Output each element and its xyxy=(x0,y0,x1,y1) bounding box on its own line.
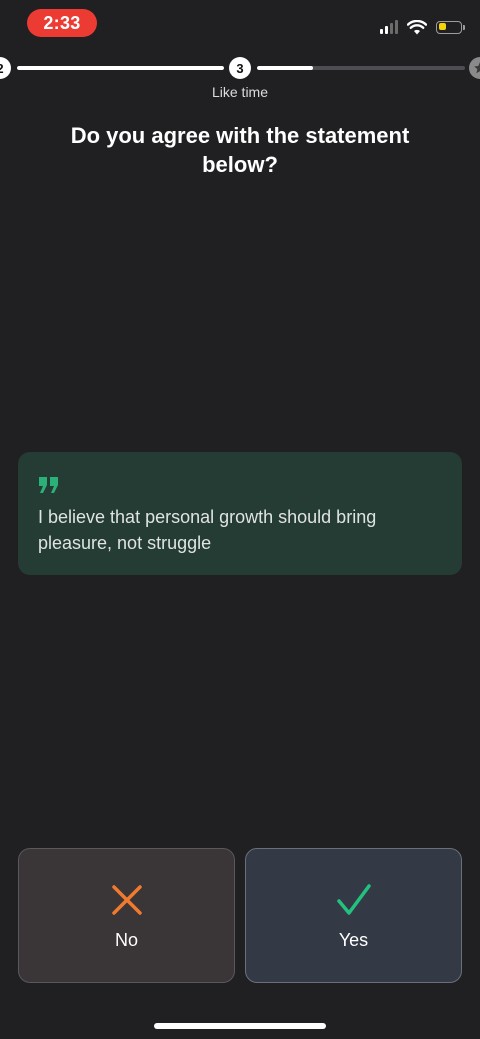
step-label: Like time xyxy=(211,84,269,100)
progress-fill-completed xyxy=(17,66,224,70)
screen: 2:33 2 3 Like time Do you agree xyxy=(0,0,480,1039)
progress-stepper: 2 3 xyxy=(0,56,480,80)
step-current: 3 xyxy=(229,57,251,79)
home-indicator[interactable] xyxy=(154,1023,326,1029)
progress-segment-completed xyxy=(17,66,224,70)
battery-level xyxy=(438,23,446,30)
no-label: No xyxy=(114,930,138,950)
x-icon xyxy=(111,885,142,915)
star-icon xyxy=(469,57,480,79)
progress-segment-current xyxy=(257,66,465,70)
signal-icon xyxy=(380,20,398,34)
statement-card: I believe that personal growth should br… xyxy=(18,452,462,575)
no-button[interactable]: No xyxy=(18,848,235,983)
statement-text: I believe that personal growth should br… xyxy=(38,507,377,553)
status-icons xyxy=(380,17,465,37)
question-title: Do you agree with the statement below? xyxy=(70,123,410,177)
quote-icon xyxy=(39,477,58,493)
yes-label: Yes xyxy=(338,930,369,950)
wifi-icon xyxy=(407,19,427,34)
progress-fill-current xyxy=(257,66,314,70)
battery-icon xyxy=(436,20,465,34)
status-time: 2:33 xyxy=(27,9,97,37)
step-previous: 2 xyxy=(0,57,11,79)
check-icon xyxy=(336,884,371,915)
yes-button[interactable]: Yes xyxy=(245,848,462,983)
